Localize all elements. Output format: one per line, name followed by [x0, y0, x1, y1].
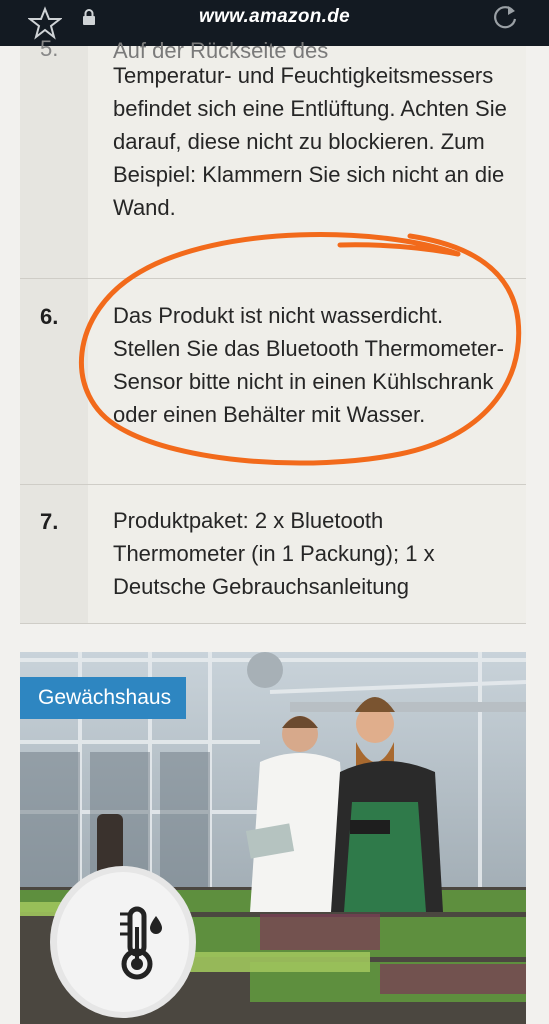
row-divider — [20, 484, 526, 485]
row-divider — [20, 623, 526, 624]
list-item-7-number: 7. — [40, 509, 59, 534]
product-image-greenhouse: Gewächshaus — [20, 652, 526, 1024]
reload-icon[interactable] — [491, 3, 519, 31]
instruction-list: 5. Auf der Rückseite des Temperatur- und… — [20, 36, 526, 624]
category-badge: Gewächshaus — [20, 677, 187, 719]
address-bar-url[interactable]: www.amazon.de — [0, 6, 549, 28]
number-column — [20, 46, 88, 624]
list-item-6-number: 6. — [40, 304, 59, 329]
partial-number: 5. — [40, 36, 59, 61]
list-item-7-text: Produktpaket: 2 x Bluetooth Thermometer … — [113, 508, 435, 599]
list-item-6-text: Das Produkt ist nicht wasserdicht. Stell… — [113, 303, 504, 427]
list-item-5-text: Temperatur- und Feuchtigkeitsmessers bef… — [113, 63, 507, 220]
row-divider — [20, 278, 526, 279]
